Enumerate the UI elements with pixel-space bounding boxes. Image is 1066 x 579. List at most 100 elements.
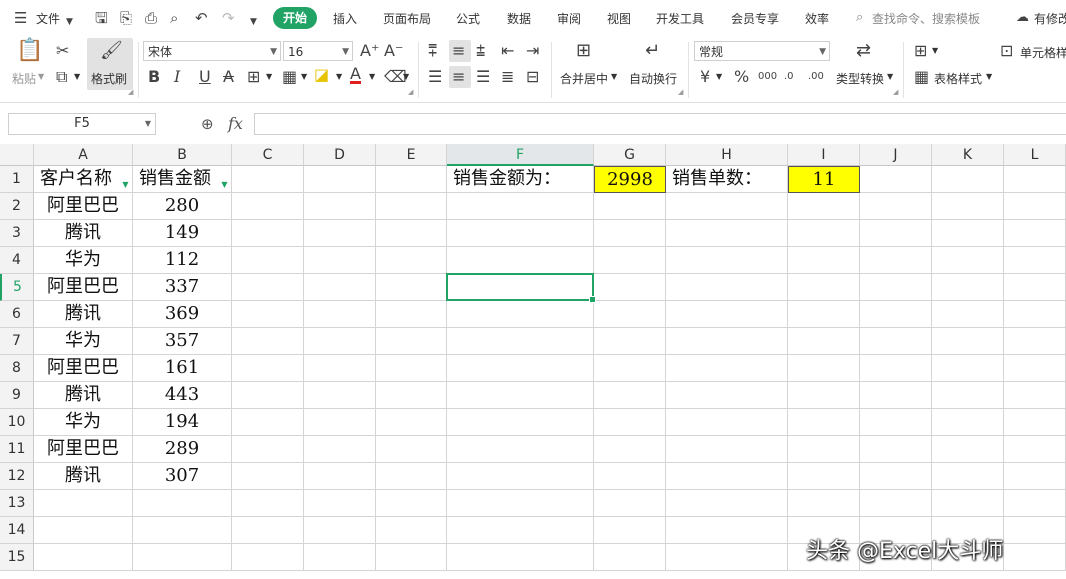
cell-e7[interactable] (376, 328, 447, 355)
sales-amount-cell[interactable]: 369 (133, 301, 232, 328)
paste-dropdown-icon[interactable]: ▼ (38, 72, 44, 81)
cell-h11[interactable] (666, 436, 788, 463)
quick-access-dropdown-icon[interactable]: ▼ (250, 13, 257, 31)
cell-e10[interactable] (376, 409, 447, 436)
cell-g15[interactable] (594, 544, 666, 571)
cell-c1[interactable] (232, 166, 304, 193)
currency-icon[interactable]: ¥ (700, 68, 710, 86)
align-right-icon[interactable]: ☰ (476, 68, 490, 86)
cell-i8[interactable] (788, 355, 860, 382)
tab-page-layout[interactable]: 页面布局 (383, 10, 431, 27)
header-customer-name[interactable]: 客户名称 (34, 166, 133, 193)
cell-g9[interactable] (594, 382, 666, 409)
tab-review[interactable]: 审阅 (557, 10, 581, 27)
column-header-h[interactable]: H (666, 144, 788, 166)
cell-g11[interactable] (594, 436, 666, 463)
cell-l2[interactable] (1004, 193, 1066, 220)
cell-i5[interactable] (788, 274, 860, 301)
decrease-decimal-icon[interactable]: .00 (808, 68, 824, 86)
header-sales-amount[interactable]: 销售金额 (133, 166, 232, 193)
cell-f8[interactable] (447, 355, 594, 382)
cell-d10[interactable] (304, 409, 376, 436)
fill-pattern-dropdown-icon[interactable]: ▼ (301, 72, 307, 81)
cell-c13[interactable] (232, 490, 304, 517)
cell-g4[interactable] (594, 247, 666, 274)
cell-l4[interactable] (1004, 247, 1066, 274)
row-header-15[interactable]: 15 (0, 544, 34, 571)
paste-button[interactable]: 粘贴 (12, 70, 36, 87)
percent-icon[interactable]: % (734, 68, 749, 86)
justify-icon[interactable]: ≣ (501, 68, 514, 86)
sales-amount-cell[interactable]: 357 (133, 328, 232, 355)
cell-j9[interactable] (860, 382, 932, 409)
customer-name-cell[interactable]: 腾讯 (34, 301, 133, 328)
cell-c9[interactable] (232, 382, 304, 409)
column-header-i[interactable]: I (788, 144, 860, 166)
cell-j7[interactable] (860, 328, 932, 355)
cell-c15[interactable] (232, 544, 304, 571)
row-header-12[interactable]: 12 (0, 463, 34, 490)
cell-k5[interactable] (932, 274, 1004, 301)
cell-g5[interactable] (594, 274, 666, 301)
filter-dropdown-icon[interactable]: ▼ (220, 180, 229, 189)
row-header-11[interactable]: 11 (0, 436, 34, 463)
font-launcher-icon[interactable]: ◢ (408, 88, 413, 96)
cell-h10[interactable] (666, 409, 788, 436)
cell-a13[interactable] (34, 490, 133, 517)
chevron-down-icon[interactable]: ▼ (66, 13, 73, 31)
cell-i10[interactable] (788, 409, 860, 436)
cell-e14[interactable] (376, 517, 447, 544)
cell-g3[interactable] (594, 220, 666, 247)
cell-e2[interactable] (376, 193, 447, 220)
bold-icon[interactable]: B (148, 68, 160, 86)
customer-name-cell[interactable]: 阿里巴巴 (34, 274, 133, 301)
fx-icon[interactable]: fx (228, 114, 243, 133)
cell-i4[interactable] (788, 247, 860, 274)
font-name-select[interactable]: 宋体 ▼ (143, 41, 281, 61)
cell-b13[interactable] (133, 490, 232, 517)
tab-developer[interactable]: 开发工具 (656, 10, 704, 27)
row-header-9[interactable]: 9 (0, 382, 34, 409)
type-convert-button[interactable]: 类型转换 (836, 70, 884, 87)
cell-i7[interactable] (788, 328, 860, 355)
increase-font-icon[interactable]: A⁺ (360, 42, 379, 60)
cell-d6[interactable] (304, 301, 376, 328)
sales-amount-cell[interactable]: 280 (133, 193, 232, 220)
fill-color-dropdown-icon[interactable]: ▼ (336, 72, 342, 81)
cell-f15[interactable] (447, 544, 594, 571)
cell-k12[interactable] (932, 463, 1004, 490)
alignment-launcher-icon[interactable]: ◢ (678, 88, 683, 96)
cell-d8[interactable] (304, 355, 376, 382)
cell-j6[interactable] (860, 301, 932, 328)
conditional-format-icon[interactable]: ⊞ (914, 42, 927, 60)
type-convert-dropdown-icon[interactable]: ▼ (887, 72, 893, 81)
font-color-dropdown-icon[interactable]: ▼ (369, 72, 375, 81)
column-header-l[interactable]: L (1004, 144, 1066, 166)
cell-e13[interactable] (376, 490, 447, 517)
cell-c14[interactable] (232, 517, 304, 544)
cell-k9[interactable] (932, 382, 1004, 409)
export-icon[interactable]: ⎘ (120, 9, 132, 27)
file-menu[interactable]: 文件 (36, 10, 60, 27)
row-header-4[interactable]: 4 (0, 247, 34, 274)
clipboard-launcher-icon[interactable]: ◢ (128, 88, 133, 96)
customer-name-cell[interactable]: 华为 (34, 247, 133, 274)
cell-f12[interactable] (447, 463, 594, 490)
cell-f13[interactable] (447, 490, 594, 517)
cell-h7[interactable] (666, 328, 788, 355)
column-header-j[interactable]: J (860, 144, 932, 166)
cell-l11[interactable] (1004, 436, 1066, 463)
customer-name-cell[interactable]: 阿里巴巴 (34, 355, 133, 382)
cell-c8[interactable] (232, 355, 304, 382)
customer-name-cell[interactable]: 华为 (34, 328, 133, 355)
cell-l6[interactable] (1004, 301, 1066, 328)
cell-c10[interactable] (232, 409, 304, 436)
cell-k8[interactable] (932, 355, 1004, 382)
cell-l8[interactable] (1004, 355, 1066, 382)
align-top-icon[interactable]: ⩱ (428, 42, 437, 60)
copy-icon[interactable]: ⧉ (56, 68, 67, 86)
cell-a15[interactable] (34, 544, 133, 571)
table-style-dropdown-icon[interactable]: ▼ (986, 72, 992, 81)
cell-d15[interactable] (304, 544, 376, 571)
sales-amount-cell[interactable]: 337 (133, 274, 232, 301)
